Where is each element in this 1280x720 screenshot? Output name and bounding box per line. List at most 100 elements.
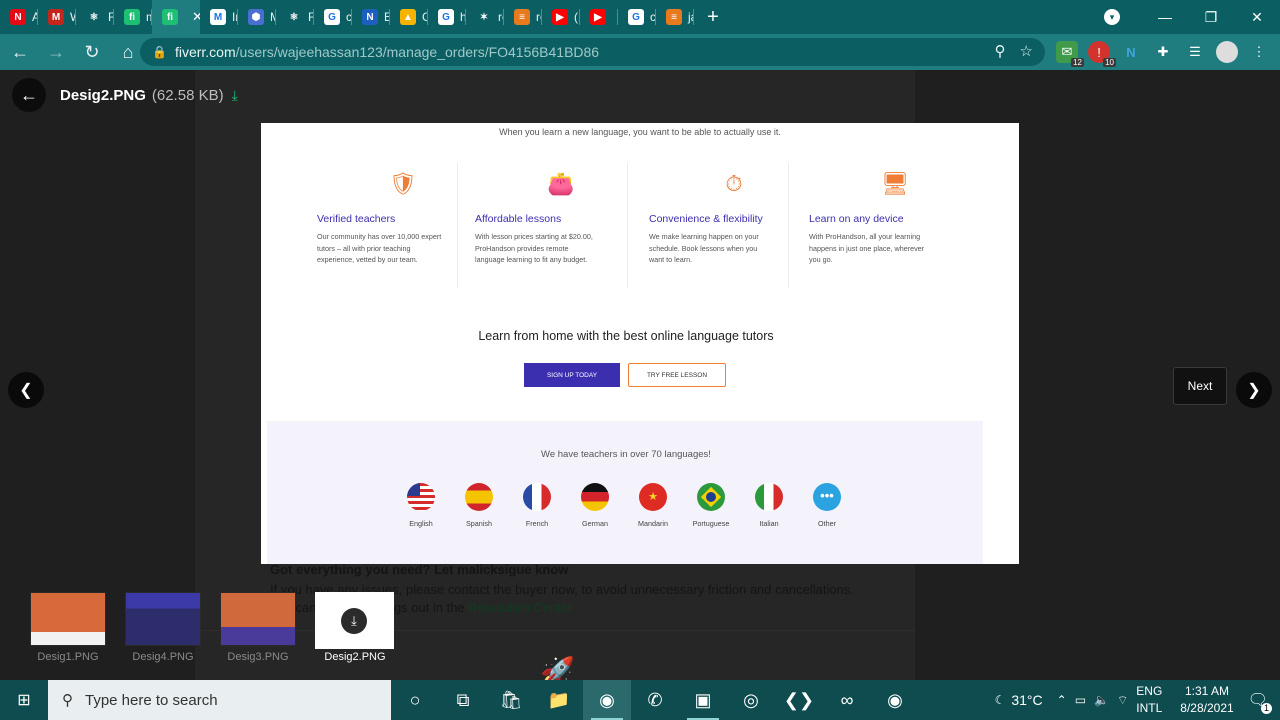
new-tab-button[interactable]: +: [698, 0, 728, 34]
france-flag-icon: [523, 483, 551, 511]
next-arrow-icon[interactable]: ❯: [1236, 372, 1272, 408]
address-bar[interactable]: 🔒 fiverr.com/users/wajeehassan123/manage…: [140, 38, 1045, 66]
browser-tab[interactable]: Gho: [428, 0, 466, 34]
chrome-secondary-icon[interactable]: ◉: [871, 680, 919, 720]
browser-tab-strip: NArrMWa⚛Refimafi✕MInb⬢My⚛ReGcaNEdi▲GoGho…: [0, 0, 1280, 34]
tab-favicon-icon: M: [48, 9, 64, 25]
browser-tab[interactable]: fima: [114, 0, 152, 34]
tab-favicon-icon: ≡: [666, 9, 682, 25]
close-viewer-back-icon[interactable]: ←: [12, 78, 46, 112]
feature-card: 🖥 Learn on any device With ProHandson, a…: [809, 163, 979, 288]
browser-tab[interactable]: NEdi: [352, 0, 390, 34]
back-icon[interactable]: ←: [4, 36, 36, 68]
close-window-icon[interactable]: ✕: [1234, 9, 1280, 26]
browser-tab[interactable]: ≡rea: [504, 0, 542, 34]
bookmark-star-icon[interactable]: ☆: [1020, 42, 1033, 60]
resolution-center-link[interactable]: Resolution Center.: [468, 600, 575, 615]
language-name: Italian: [759, 519, 779, 528]
whatsapp-icon[interactable]: ✆: [631, 680, 679, 720]
browser-tab[interactable]: ▶: [580, 0, 618, 34]
next-tooltip: Next: [1173, 367, 1227, 405]
reading-list-icon[interactable]: ☰: [1184, 41, 1206, 63]
weather-temp[interactable]: 31°C: [1011, 692, 1042, 708]
browser-tab[interactable]: MWa: [38, 0, 76, 34]
notifications-icon[interactable]: 🗨 1: [1248, 690, 1272, 714]
browser-tab[interactable]: ✶rea: [466, 0, 504, 34]
windows-start-icon[interactable]: ⊞: [0, 680, 48, 720]
zoom-search-icon[interactable]: ⚲: [995, 42, 1006, 60]
forward-icon[interactable]: →: [40, 36, 72, 68]
visual-studio-icon[interactable]: ∞: [823, 680, 871, 720]
volume-icon[interactable]: 🔈: [1094, 693, 1109, 707]
language-name: English: [409, 519, 433, 528]
vscode-icon[interactable]: ❮❯: [775, 680, 823, 720]
extensions-puzzle-icon[interactable]: ✚: [1152, 41, 1174, 63]
file-size: (62.58 KB): [151, 86, 224, 104]
sticky-notes-icon[interactable]: ▣: [679, 680, 727, 720]
language-name: Portuguese: [692, 519, 730, 528]
tab-favicon-icon: G: [628, 9, 644, 25]
clock[interactable]: 1:31 AM 8/28/2021: [1180, 683, 1233, 717]
download-icon[interactable]: ⤓: [341, 608, 367, 634]
thumbnail-label[interactable]: Desig1.PNG: [23, 651, 113, 663]
taskbar-search-input[interactable]: ⚲ Type here to search: [48, 680, 391, 720]
browser-tab[interactable]: ⚛Re: [276, 0, 314, 34]
wifi-icon[interactable]: ⌔: [1117, 693, 1128, 708]
menu-kebab-icon[interactable]: ⋮: [1248, 41, 1270, 63]
browser-tab[interactable]: ≡jav: [656, 0, 694, 34]
tab-search-icon[interactable]: ▾: [1104, 9, 1120, 25]
browser-tab[interactable]: Gcor: [618, 0, 656, 34]
browser-tab[interactable]: ⬢My: [238, 0, 276, 34]
minimize-icon[interactable]: —: [1142, 9, 1188, 25]
thumbnail[interactable]: [125, 592, 201, 646]
chevron-up-icon[interactable]: ⌃: [1057, 693, 1067, 707]
task-view-icon[interactable]: ⧉: [439, 680, 487, 720]
chrome-icon[interactable]: ◉: [583, 680, 631, 720]
lock-icon[interactable]: 🔒: [152, 45, 167, 59]
reload-icon[interactable]: ↻: [76, 36, 108, 68]
feature-card: 🛡 Verified teachers Our community has ov…: [317, 163, 487, 288]
tab-favicon-icon: ≡: [514, 9, 530, 25]
input-language[interactable]: ENG INTL: [1136, 683, 1162, 717]
thumbnail-label[interactable]: Desig3.PNG: [213, 651, 303, 663]
feature-desc: Our community has over 10,000 expert tut…: [317, 232, 442, 264]
cortana-icon[interactable]: ○: [391, 680, 439, 720]
profile-avatar[interactable]: [1216, 41, 1238, 63]
thumbnail-label[interactable]: Desig2.PNG: [310, 651, 400, 663]
thumbnail[interactable]: [30, 592, 106, 646]
restore-icon[interactable]: ❐: [1188, 9, 1234, 26]
extension-chat-icon[interactable]: ✉ 12: [1056, 41, 1084, 67]
language-name: Spanish: [466, 519, 492, 528]
battery-icon[interactable]: ▭: [1075, 693, 1086, 707]
compass-icon[interactable]: ◎: [727, 680, 775, 720]
browser-tab[interactable]: NArr: [0, 0, 38, 34]
browser-tab[interactable]: fi ✕: [152, 0, 200, 34]
browser-tab[interactable]: MInb: [200, 0, 238, 34]
language-name: French: [525, 519, 549, 528]
file-explorer-icon[interactable]: 📁: [535, 680, 583, 720]
browser-tab[interactable]: ▶(1): [542, 0, 580, 34]
previous-arrow-icon[interactable]: ❮: [8, 372, 44, 408]
thumbnail[interactable]: [220, 592, 296, 646]
feature-title: Learn on any device: [809, 213, 904, 225]
close-tab-icon[interactable]: ✕: [192, 9, 200, 25]
extensions-area: ✉ 12 ! 10 N ✚ ☰ ⋮: [1056, 34, 1270, 70]
browser-tab[interactable]: ▲Go: [390, 0, 428, 34]
feature-desc: With ProHandson, all your learning happe…: [809, 232, 925, 264]
language-name: Other: [818, 519, 836, 528]
us-flag-icon: [407, 483, 435, 511]
thumbnail-selected[interactable]: ⤓: [315, 592, 394, 649]
url-host: fiverr.com: [174, 44, 236, 60]
weather-icon[interactable]: ☾: [995, 693, 1006, 707]
china-flag-icon: ★: [639, 483, 667, 511]
browser-tab[interactable]: Gca: [314, 0, 352, 34]
store-icon[interactable]: 🛍: [487, 680, 535, 720]
download-icon[interactable]: ⤓: [232, 87, 238, 104]
background-heading: Got everything you need? Let malicksigue…: [270, 562, 569, 577]
browser-tab[interactable]: ⚛Re: [76, 0, 114, 34]
extension-n-icon[interactable]: N: [1120, 41, 1142, 63]
window-controls: ▾ — ❐ ✕: [1104, 0, 1280, 34]
extension-alert-icon[interactable]: ! 10: [1088, 41, 1116, 67]
search-icon: ⚲: [62, 692, 73, 709]
thumbnail-label[interactable]: Desig4.PNG: [118, 651, 208, 663]
